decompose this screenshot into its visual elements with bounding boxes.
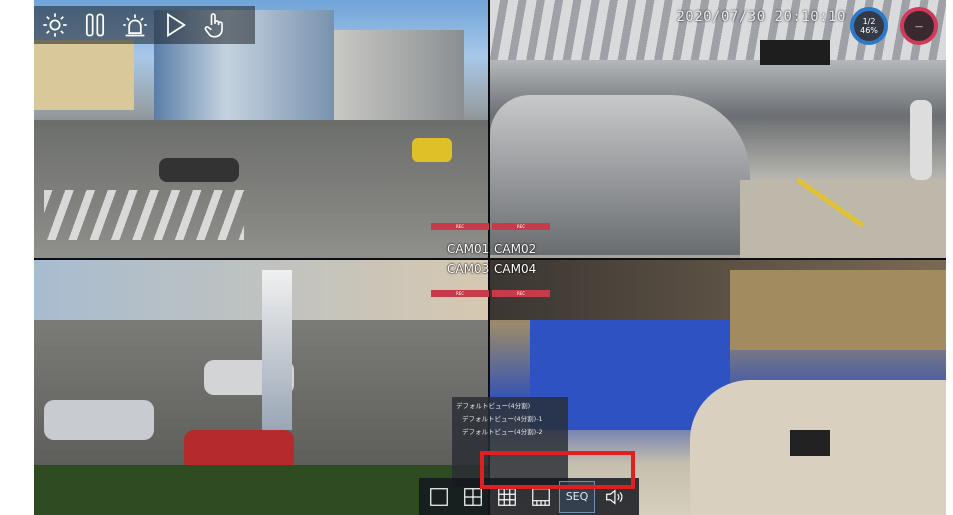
touch-button[interactable] [198,8,232,42]
rec-indicator: REC [492,290,550,297]
pause-icon [85,13,105,37]
camera-label: CAM02 [494,242,537,256]
monitor [790,430,830,456]
building [334,30,464,120]
sequence-title: デフォルトビュー(4分割) [456,402,531,410]
camera-view-cam03[interactable] [34,260,488,515]
status-ring-label: — [915,21,923,31]
page-number: 1/2 [862,17,876,26]
rec-indicator: REC [431,290,489,297]
rec-indicator: REC [492,223,550,230]
crosswalk [44,190,244,240]
person [910,100,932,180]
play-button[interactable] [158,8,192,42]
sequence-item[interactable]: デフォルトビュー(4分割)-1 [456,413,564,423]
top-toolbar [34,6,255,44]
building [34,40,134,110]
camera-label: CAM03 [447,262,490,276]
car [490,95,750,255]
page-percent: 46% [860,26,878,35]
partition [730,270,946,350]
single-view-button[interactable] [423,481,454,512]
sign-pole [262,270,292,430]
highlight-box [480,451,635,489]
sequence-item[interactable]: デフォルトビュー(4分割)-2 [456,426,564,436]
camera-label: CAM04 [494,262,537,276]
touch-hand-icon [204,13,223,38]
camera-label: CAM01 [447,242,490,256]
rec-indicator: REC [431,223,489,230]
pause-button[interactable] [78,8,112,42]
page-indicator[interactable]: 1/2 46% [850,7,888,45]
single-view-icon [429,487,448,506]
alarm-button[interactable] [118,8,152,42]
gear-icon [43,13,67,37]
sidewalk [740,180,946,258]
status-ring[interactable]: — [900,7,938,45]
taxi [412,138,452,162]
settings-button[interactable] [38,8,72,42]
car [44,400,154,440]
play-icon [167,12,186,38]
alarm-icon [123,14,147,37]
sign-board [760,40,830,65]
camera-grid: 2020/07/30 20:10:10 1/2 46% — REC CAM01 … [34,0,946,515]
car [184,430,294,470]
datetime-display: 2020/07/30 20:10:10 [676,9,846,25]
car [159,158,239,182]
